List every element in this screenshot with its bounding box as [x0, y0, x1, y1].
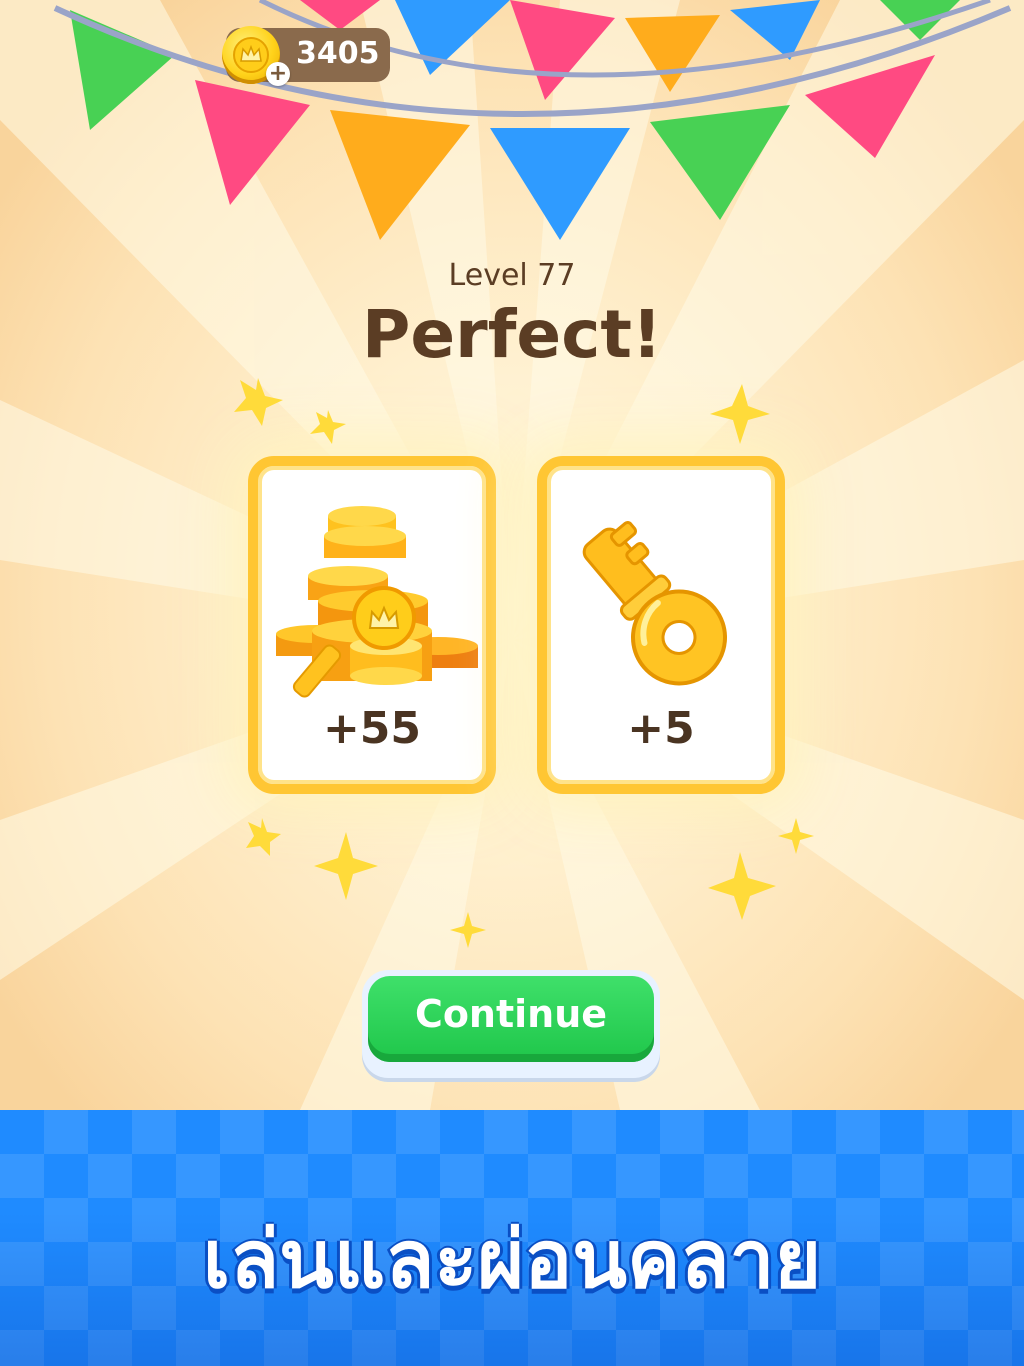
reward-card-keys: +5	[537, 456, 785, 794]
reward-amount: +5	[627, 703, 695, 754]
continue-button-label: Continue	[414, 992, 608, 1036]
reward-amount: +55	[322, 703, 422, 754]
plus-icon[interactable]: +	[266, 62, 290, 86]
coin-amount: 3405	[296, 36, 380, 71]
promo-banner: เล่นและผ่อนคลาย	[0, 1110, 1024, 1366]
reward-card-coins: +55	[248, 456, 496, 794]
level-label: Level 77	[448, 258, 576, 293]
continue-button[interactable]: Continue	[362, 970, 660, 1078]
banner-tagline: เล่นและผ่อนคลาย	[202, 1213, 822, 1306]
result-title: Perfect!	[362, 296, 662, 373]
level-complete-scene: + 3405 Level 77 Perfect! +55 +5 Continue	[0, 0, 1024, 1110]
party-bunting	[53, 0, 1012, 240]
coin-balance[interactable]: + 3405	[222, 26, 390, 86]
